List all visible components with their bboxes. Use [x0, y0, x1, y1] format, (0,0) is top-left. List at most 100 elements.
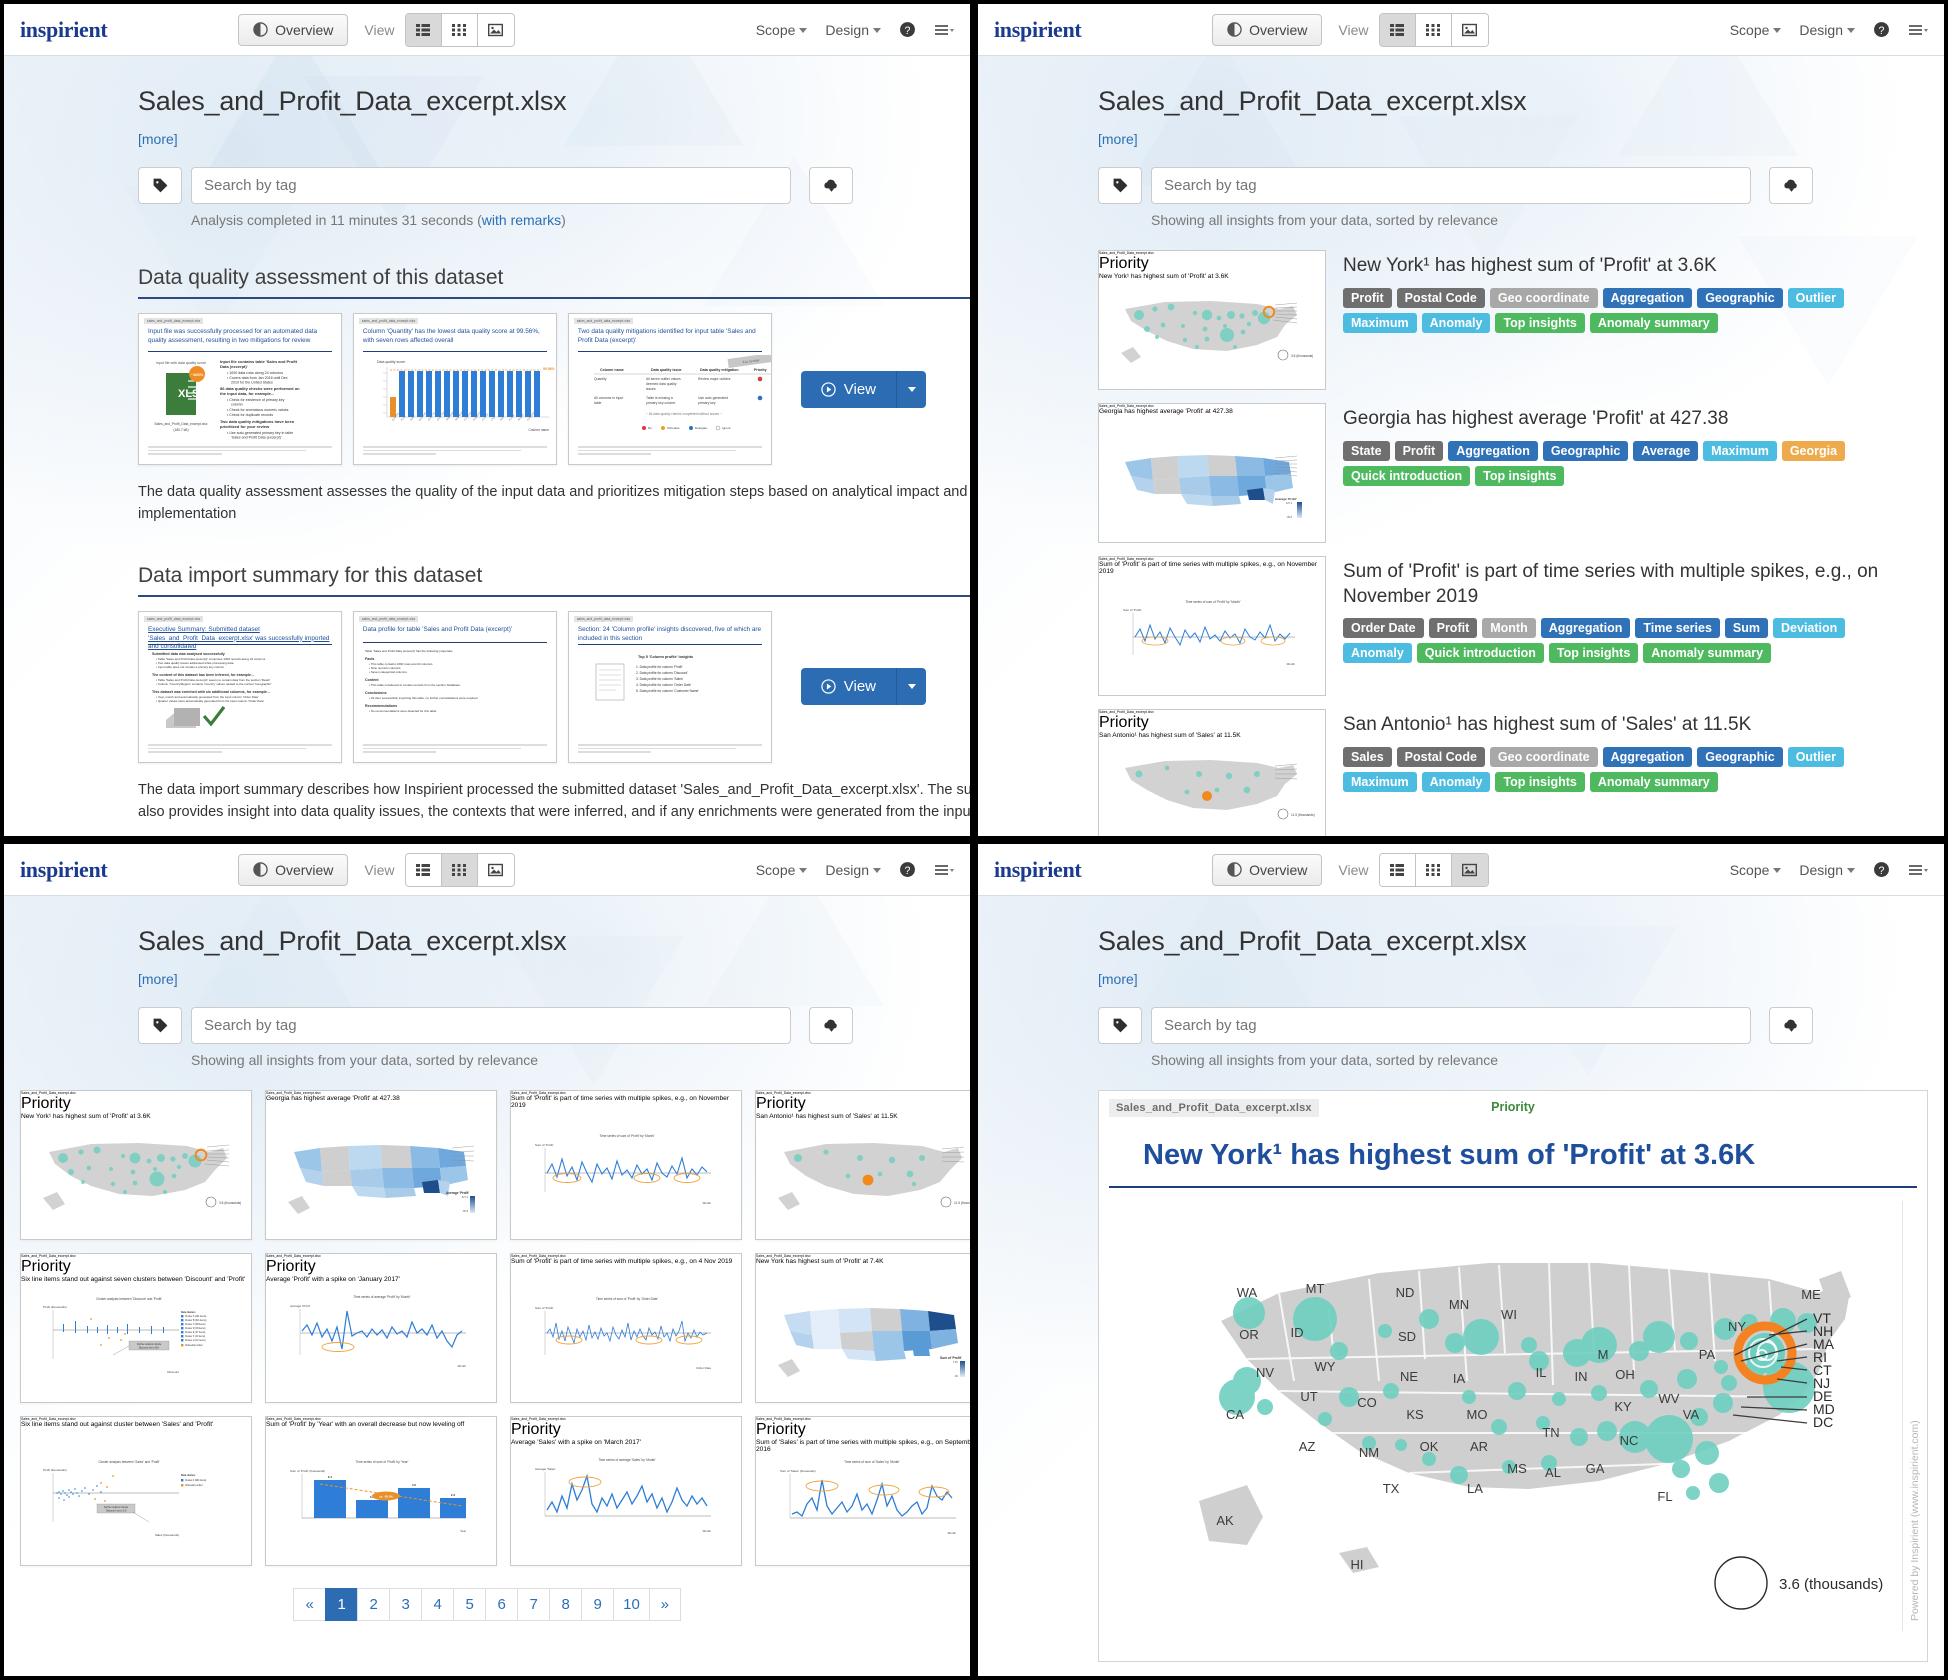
- pagination-page[interactable]: 2: [357, 1588, 390, 1621]
- tag[interactable]: Maximum: [1343, 771, 1417, 792]
- insight-card[interactable]: Sales_and_Profit_Data_excerpt.xlsx Sum o…: [510, 1090, 742, 1240]
- insight-card[interactable]: Sales_and_Profit_Data_excerpt.xlsx Prior…: [20, 1253, 252, 1403]
- tag[interactable]: Top insights: [1475, 465, 1565, 486]
- search-input[interactable]: [191, 167, 791, 204]
- view-dropdown-button[interactable]: [896, 370, 927, 408]
- tag[interactable]: Geographic: [1542, 440, 1629, 461]
- scope-menu[interactable]: Scope: [1730, 22, 1782, 38]
- view-dropdown-button[interactable]: [896, 668, 927, 706]
- more-link[interactable]: [more]: [138, 971, 178, 987]
- overview-button[interactable]: Overview: [238, 853, 349, 886]
- tag[interactable]: Time series: [1635, 618, 1720, 639]
- slide-view-button[interactable]: [477, 13, 514, 46]
- slide-view-button[interactable]: [1451, 853, 1488, 886]
- tag[interactable]: Maximum: [1703, 440, 1777, 461]
- tag[interactable]: Profit: [1343, 287, 1392, 308]
- tag[interactable]: Aggregation: [1540, 618, 1631, 639]
- tag[interactable]: Month: [1482, 618, 1536, 639]
- tag[interactable]: Top insights: [1548, 643, 1639, 664]
- tag[interactable]: Outlier: [1787, 287, 1844, 308]
- scope-menu[interactable]: Scope: [1730, 862, 1782, 878]
- main-menu-button[interactable]: [934, 23, 954, 37]
- pagination-page[interactable]: 9: [581, 1588, 614, 1621]
- brand-logo[interactable]: inspirient: [20, 17, 108, 43]
- pagination-page[interactable]: 1: [325, 1588, 358, 1621]
- search-input[interactable]: [1151, 167, 1751, 204]
- tag[interactable]: Geographic: [1697, 287, 1783, 308]
- pagination-page[interactable]: 7: [517, 1588, 550, 1621]
- tag[interactable]: Aggregation: [1448, 440, 1538, 461]
- tag[interactable]: Outlier: [1787, 746, 1844, 767]
- tag[interactable]: Postal Code: [1396, 287, 1485, 308]
- design-menu[interactable]: Design: [825, 862, 881, 878]
- insight-thumbnail[interactable]: Sales_and_Profit_Data_excerpt.xlsx Prior…: [1098, 250, 1326, 390]
- view-button[interactable]: View: [800, 668, 897, 706]
- with-remarks-link[interactable]: with remarks: [482, 212, 561, 228]
- insight-card[interactable]: Sales_and_Profit_Data_excerpt.xlsx Prior…: [510, 1416, 742, 1566]
- tag[interactable]: Top insights: [1495, 771, 1585, 792]
- overview-button[interactable]: Overview: [1212, 853, 1323, 886]
- tag[interactable]: Geo coordinate: [1489, 287, 1598, 308]
- pagination-page[interactable]: 8: [549, 1588, 582, 1621]
- tag-filter-button[interactable]: [138, 1007, 182, 1044]
- thumbnail-slide[interactable]: sales_and_profit_data_excerpt.xlsx Data …: [352, 610, 557, 763]
- list-item[interactable]: Sales_and_Profit_Data_excerpt.xlsx Sum o…: [1098, 556, 1900, 696]
- pagination-next[interactable]: »: [648, 1588, 681, 1621]
- tag[interactable]: Quick introduction: [1416, 643, 1544, 664]
- more-link[interactable]: [more]: [138, 131, 178, 147]
- tag[interactable]: Anomaly: [1421, 771, 1491, 792]
- slide-view-button[interactable]: [477, 853, 514, 886]
- more-link[interactable]: [more]: [1098, 131, 1138, 147]
- tag[interactable]: Quick introduction: [1343, 465, 1471, 486]
- download-button[interactable]: [1769, 167, 1813, 204]
- insight-card[interactable]: Sales_and_Profit_Data_excerpt.xlsx Sum o…: [510, 1253, 742, 1403]
- insight-thumbnail[interactable]: Sales_and_Profit_Data_excerpt.xlsx Georg…: [1098, 403, 1326, 543]
- scope-menu[interactable]: Scope: [756, 862, 808, 878]
- tag[interactable]: Profit: [1428, 618, 1478, 639]
- insight-thumbnail[interactable]: Sales_and_Profit_Data_excerpt.xlsx Sum o…: [1098, 556, 1326, 696]
- more-link[interactable]: [more]: [1098, 971, 1138, 987]
- tag[interactable]: Top insights: [1495, 312, 1585, 333]
- thumbnail-slide[interactable]: sales_and_profit_data_excerpt.xlsx Secti…: [567, 610, 772, 763]
- insight-slide[interactable]: Sales_and_Profit_Data_excerpt.xlsx Prior…: [1098, 1090, 1928, 1662]
- help-button[interactable]: ?: [1873, 21, 1890, 38]
- design-menu[interactable]: Design: [1799, 862, 1855, 878]
- brand-logo[interactable]: inspirient: [994, 17, 1082, 43]
- overview-button[interactable]: Overview: [1212, 13, 1323, 46]
- list-view-button[interactable]: [1379, 853, 1416, 886]
- insight-card[interactable]: Sales_and_Profit_Data_excerpt.xlsx Prior…: [755, 1416, 970, 1566]
- download-button[interactable]: [809, 167, 853, 204]
- search-input[interactable]: [191, 1007, 791, 1044]
- pagination-page[interactable]: 5: [453, 1588, 486, 1621]
- slide-view-button[interactable]: [1451, 13, 1488, 46]
- list-view-button[interactable]: [1379, 13, 1416, 46]
- pagination-prev[interactable]: «: [293, 1588, 326, 1621]
- pagination-page[interactable]: 6: [485, 1588, 518, 1621]
- pagination-page[interactable]: 4: [421, 1588, 454, 1621]
- thumbnail-slide[interactable]: sales_and_profit_data_excerpt.xlsx Input…: [138, 313, 342, 465]
- tag[interactable]: Sum: [1724, 618, 1769, 639]
- tag[interactable]: Anomaly summary: [1643, 643, 1772, 664]
- grid-view-button[interactable]: [1415, 853, 1452, 886]
- tag[interactable]: Aggregation: [1602, 746, 1693, 767]
- thumbnail-slide[interactable]: sales_and_profit_data_excerpt.xlsx Two d…: [567, 313, 772, 465]
- overview-button[interactable]: Overview: [238, 13, 349, 46]
- tag[interactable]: Sales: [1343, 746, 1392, 767]
- download-button[interactable]: [809, 1007, 853, 1044]
- list-item[interactable]: Sales_and_Profit_Data_excerpt.xlsx Prior…: [1098, 250, 1900, 390]
- tag-filter-button[interactable]: [1098, 167, 1142, 204]
- scope-menu[interactable]: Scope: [756, 22, 808, 38]
- tag[interactable]: Deviation: [1773, 618, 1846, 639]
- search-input[interactable]: [1151, 1007, 1751, 1044]
- insight-card[interactable]: Sales_and_Profit_Data_excerpt.xlsx Georg…: [265, 1090, 497, 1240]
- tag[interactable]: Order Date: [1343, 618, 1424, 639]
- list-item[interactable]: Sales_and_Profit_Data_excerpt.xlsx Prior…: [1098, 709, 1900, 836]
- pagination-page[interactable]: 10: [613, 1588, 649, 1621]
- main-menu-button[interactable]: [1908, 23, 1928, 37]
- tag[interactable]: Anomaly summary: [1589, 312, 1718, 333]
- main-menu-button[interactable]: [934, 863, 954, 877]
- insight-card[interactable]: Sales_and_Profit_Data_excerpt.xlsx Prior…: [20, 1090, 252, 1240]
- list-item[interactable]: Sales_and_Profit_Data_excerpt.xlsx Georg…: [1098, 403, 1900, 543]
- tag[interactable]: Anomaly: [1421, 312, 1491, 333]
- tag[interactable]: Georgia: [1781, 440, 1846, 461]
